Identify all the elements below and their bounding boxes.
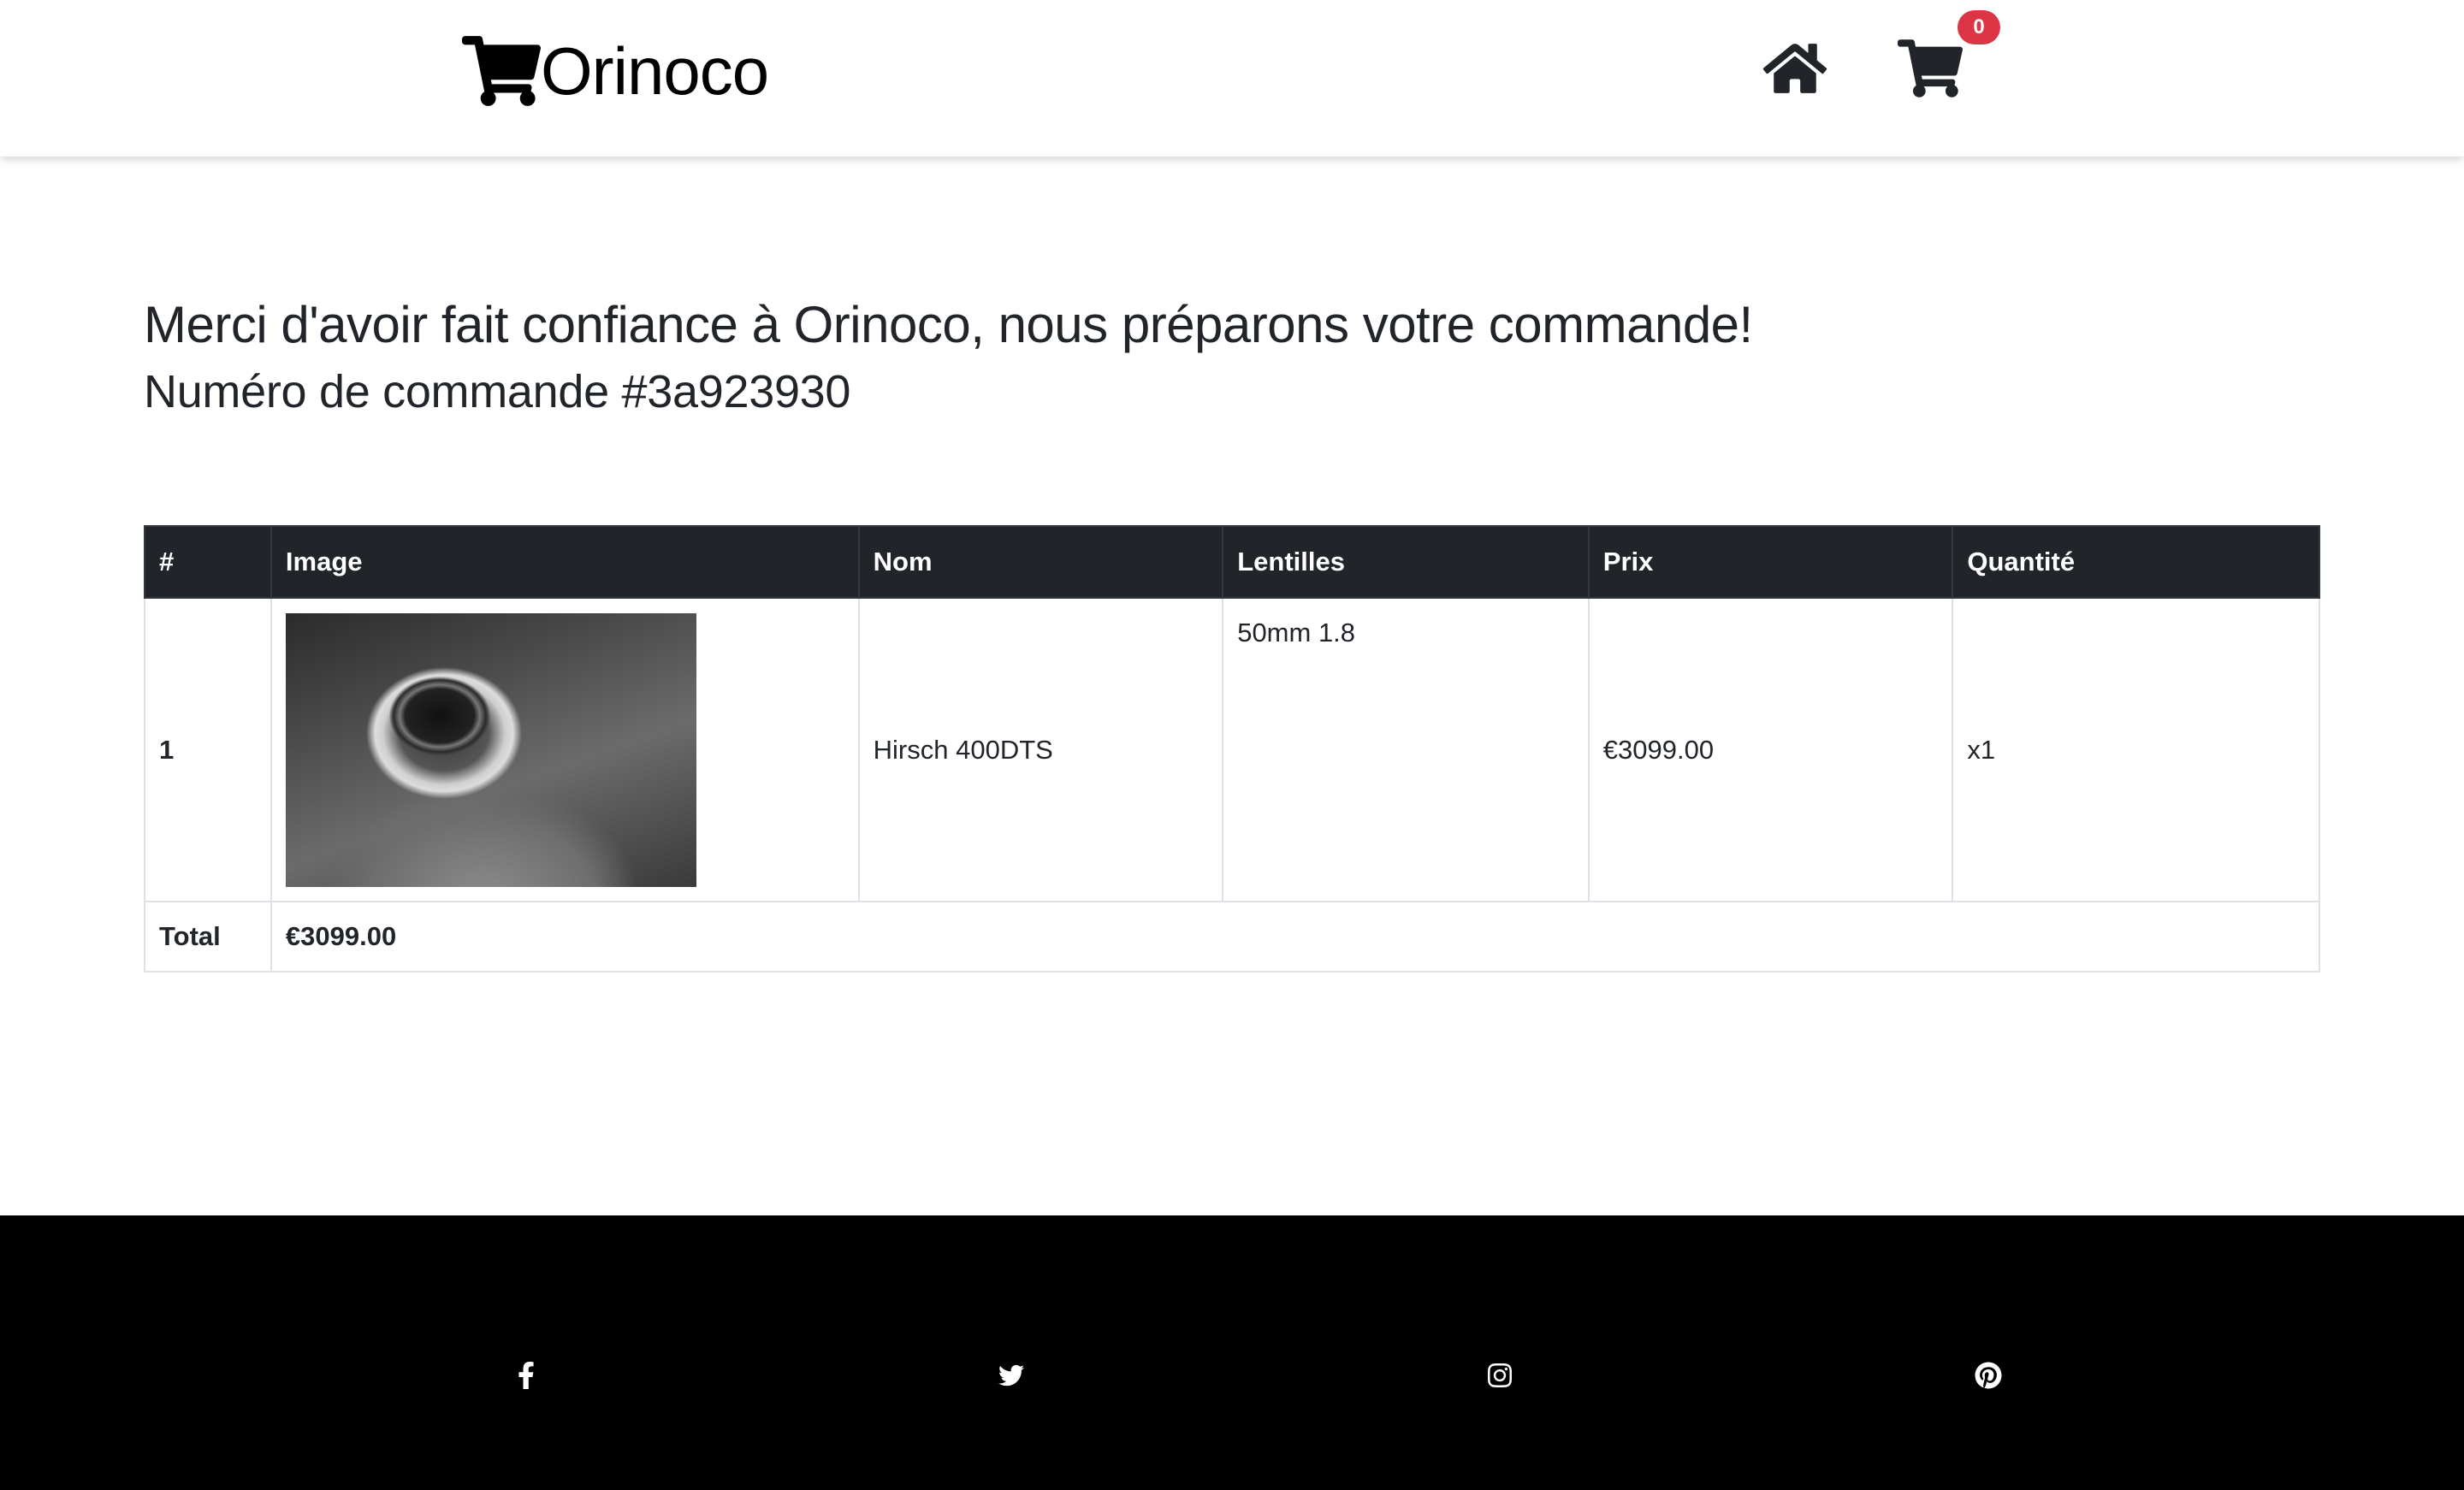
- total-value: €3099.00: [270, 901, 2321, 973]
- column-header-image: Image: [270, 525, 860, 599]
- pinterest-link[interactable]: [1971, 1358, 2005, 1392]
- column-header-price: Prix: [1587, 525, 1954, 599]
- column-header-index: #: [144, 525, 272, 599]
- instagram-link[interactable]: [1483, 1358, 1517, 1392]
- table-row: 1 Hirsch 400DTS 50mm 1.8 €3099.00 x1: [144, 597, 2320, 902]
- facebook-icon: [518, 1361, 535, 1390]
- row-index: 1: [144, 597, 272, 902]
- shopping-cart-icon: [1898, 39, 1963, 98]
- brand-name: Orinoco: [541, 33, 769, 109]
- twitter-icon: [997, 1363, 1026, 1388]
- column-header-lenses: Lentilles: [1222, 525, 1590, 599]
- column-header-quantity: Quantité: [1952, 525, 2320, 599]
- brand-link[interactable]: Orinoco: [462, 33, 769, 109]
- order-confirmation: Merci d'avoir fait confiance à Orinoco, …: [144, 291, 2321, 973]
- shopping-cart-icon: [462, 34, 541, 108]
- thank-you-message: Merci d'avoir fait confiance à Orinoco, …: [144, 296, 1753, 353]
- product-image: [285, 612, 696, 887]
- pinterest-icon: [1975, 1362, 2002, 1389]
- nav-icons: 0: [1762, 10, 2000, 98]
- total-row: Total €3099.00: [144, 901, 2321, 973]
- order-number: Numéro de commande #3a923930: [144, 366, 851, 417]
- product-quantity: x1: [1952, 597, 2320, 902]
- product-lenses: 50mm 1.8: [1222, 597, 1590, 902]
- navbar: Orinoco 0: [0, 0, 2464, 157]
- product-name: Hirsch 400DTS: [857, 597, 1224, 902]
- footer: [0, 1215, 2464, 1490]
- facebook-link[interactable]: [509, 1358, 543, 1392]
- cart-count-badge: 0: [1958, 10, 2000, 44]
- home-link[interactable]: [1762, 40, 1827, 97]
- instagram-icon: [1486, 1362, 1513, 1389]
- product-price: €3099.00: [1587, 597, 1954, 902]
- cart-link[interactable]: 0: [1898, 10, 2000, 98]
- product-image-cell: [270, 597, 860, 902]
- twitter-link[interactable]: [994, 1358, 1028, 1392]
- home-icon: [1762, 40, 1827, 97]
- order-table: # Image Nom Lentilles Prix Quantité 1 Hi…: [144, 525, 2321, 973]
- total-label: Total: [144, 901, 272, 973]
- table-header-row: # Image Nom Lentilles Prix Quantité: [144, 525, 2320, 599]
- column-header-name: Nom: [857, 525, 1224, 599]
